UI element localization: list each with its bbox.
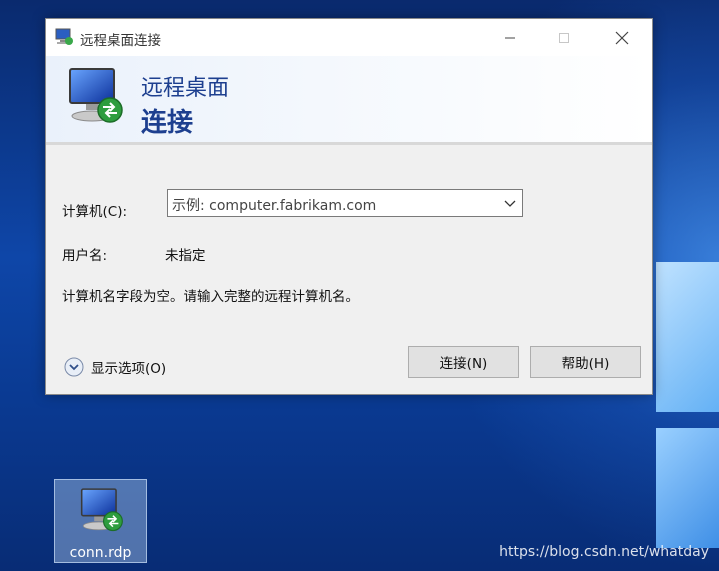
chevron-down-icon[interactable] — [504, 198, 516, 208]
remote-desktop-dialog: 远程桌面连接 远程桌面 连接 计算机(C): 示例: computer.fabr… — [45, 18, 653, 395]
computer-input[interactable]: 示例: computer.fabrikam.com — [172, 195, 376, 215]
remote-desktop-small-icon — [55, 28, 73, 45]
window-title: 远程桌面连接 — [80, 33, 161, 49]
banner-title: 远程桌面 — [141, 76, 230, 101]
maximize-button[interactable] — [534, 19, 594, 56]
computer-combobox[interactable]: 示例: computer.fabrikam.com — [167, 189, 523, 217]
wallpaper-pane — [656, 428, 719, 548]
file-label: conn.rdp — [69, 545, 132, 561]
status-message: 计算机名字段为空。请输入完整的远程计算机名。 — [62, 289, 359, 305]
banner-subtitle: 连接 — [141, 108, 194, 138]
computer-label: 计算机(C): — [62, 204, 128, 220]
banner: 远程桌面 连接 — [46, 56, 652, 145]
username-label: 用户名: — [62, 248, 108, 264]
show-options-toggle[interactable]: 显示选项(O) — [64, 357, 166, 377]
rdp-file-icon — [80, 488, 123, 532]
wallpaper-pane — [656, 262, 719, 412]
remote-desktop-icon — [69, 68, 123, 123]
title-bar[interactable]: 远程桌面连接 — [46, 19, 652, 56]
maximize-icon — [559, 32, 569, 43]
minimize-button[interactable] — [480, 19, 540, 56]
close-button[interactable] — [592, 19, 652, 56]
chevron-down-circle-icon[interactable] — [64, 357, 84, 377]
minimize-icon — [505, 37, 515, 38]
help-button[interactable]: 帮助(H) — [530, 346, 641, 378]
show-options-label[interactable]: 显示选项(O) — [91, 357, 166, 377]
username-value: 未指定 — [165, 248, 206, 264]
watermark: https://blog.csdn.net/whatday — [499, 544, 709, 560]
desktop-file-conn-rdp[interactable]: conn.rdp — [54, 479, 147, 563]
close-icon — [615, 31, 629, 44]
connect-button[interactable]: 连接(N) — [408, 346, 519, 378]
